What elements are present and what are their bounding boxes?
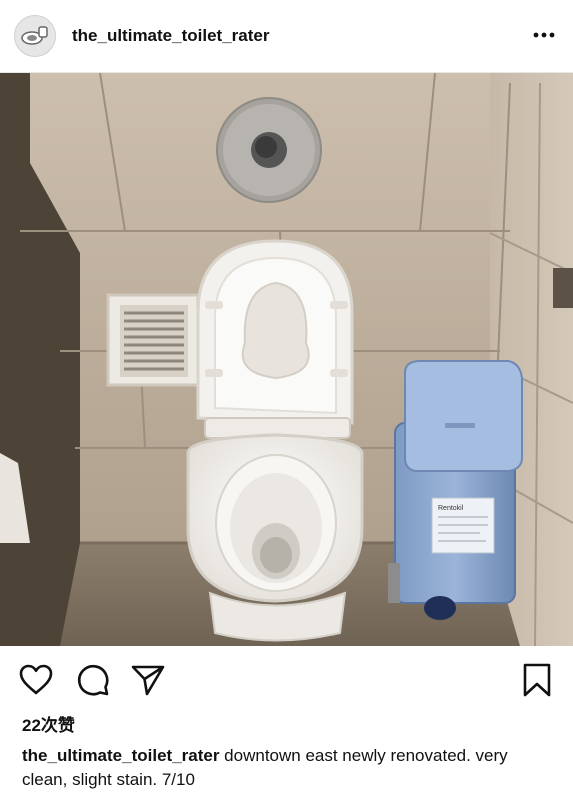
more-options-icon [533, 32, 555, 38]
post-action-bar [0, 652, 573, 708]
save-button[interactable] [519, 662, 555, 698]
post-caption: the_ultimate_toilet_rater downtown east … [22, 744, 557, 792]
toilet-avatar-icon [15, 16, 55, 56]
comment-button[interactable] [75, 662, 111, 698]
likes-count[interactable]: 22次赞 [22, 711, 75, 736]
caption-username[interactable]: the_ultimate_toilet_rater [22, 746, 219, 765]
share-button[interactable] [130, 662, 166, 698]
toilet-photo: Rentokil [0, 73, 573, 646]
like-button[interactable] [18, 662, 54, 698]
comment-bubble-icon [78, 665, 109, 696]
svg-text:Rentokil: Rentokil [438, 505, 464, 512]
post-username[interactable]: the_ultimate_toilet_rater [72, 26, 269, 46]
bookmark-icon [523, 663, 551, 697]
more-options-button[interactable] [531, 22, 557, 48]
post-photo[interactable]: Rentokil [0, 73, 573, 646]
heart-icon [19, 664, 53, 695]
profile-avatar[interactable] [14, 15, 56, 57]
post-header: the_ultimate_toilet_rater [0, 0, 573, 73]
paper-plane-icon [131, 665, 165, 696]
